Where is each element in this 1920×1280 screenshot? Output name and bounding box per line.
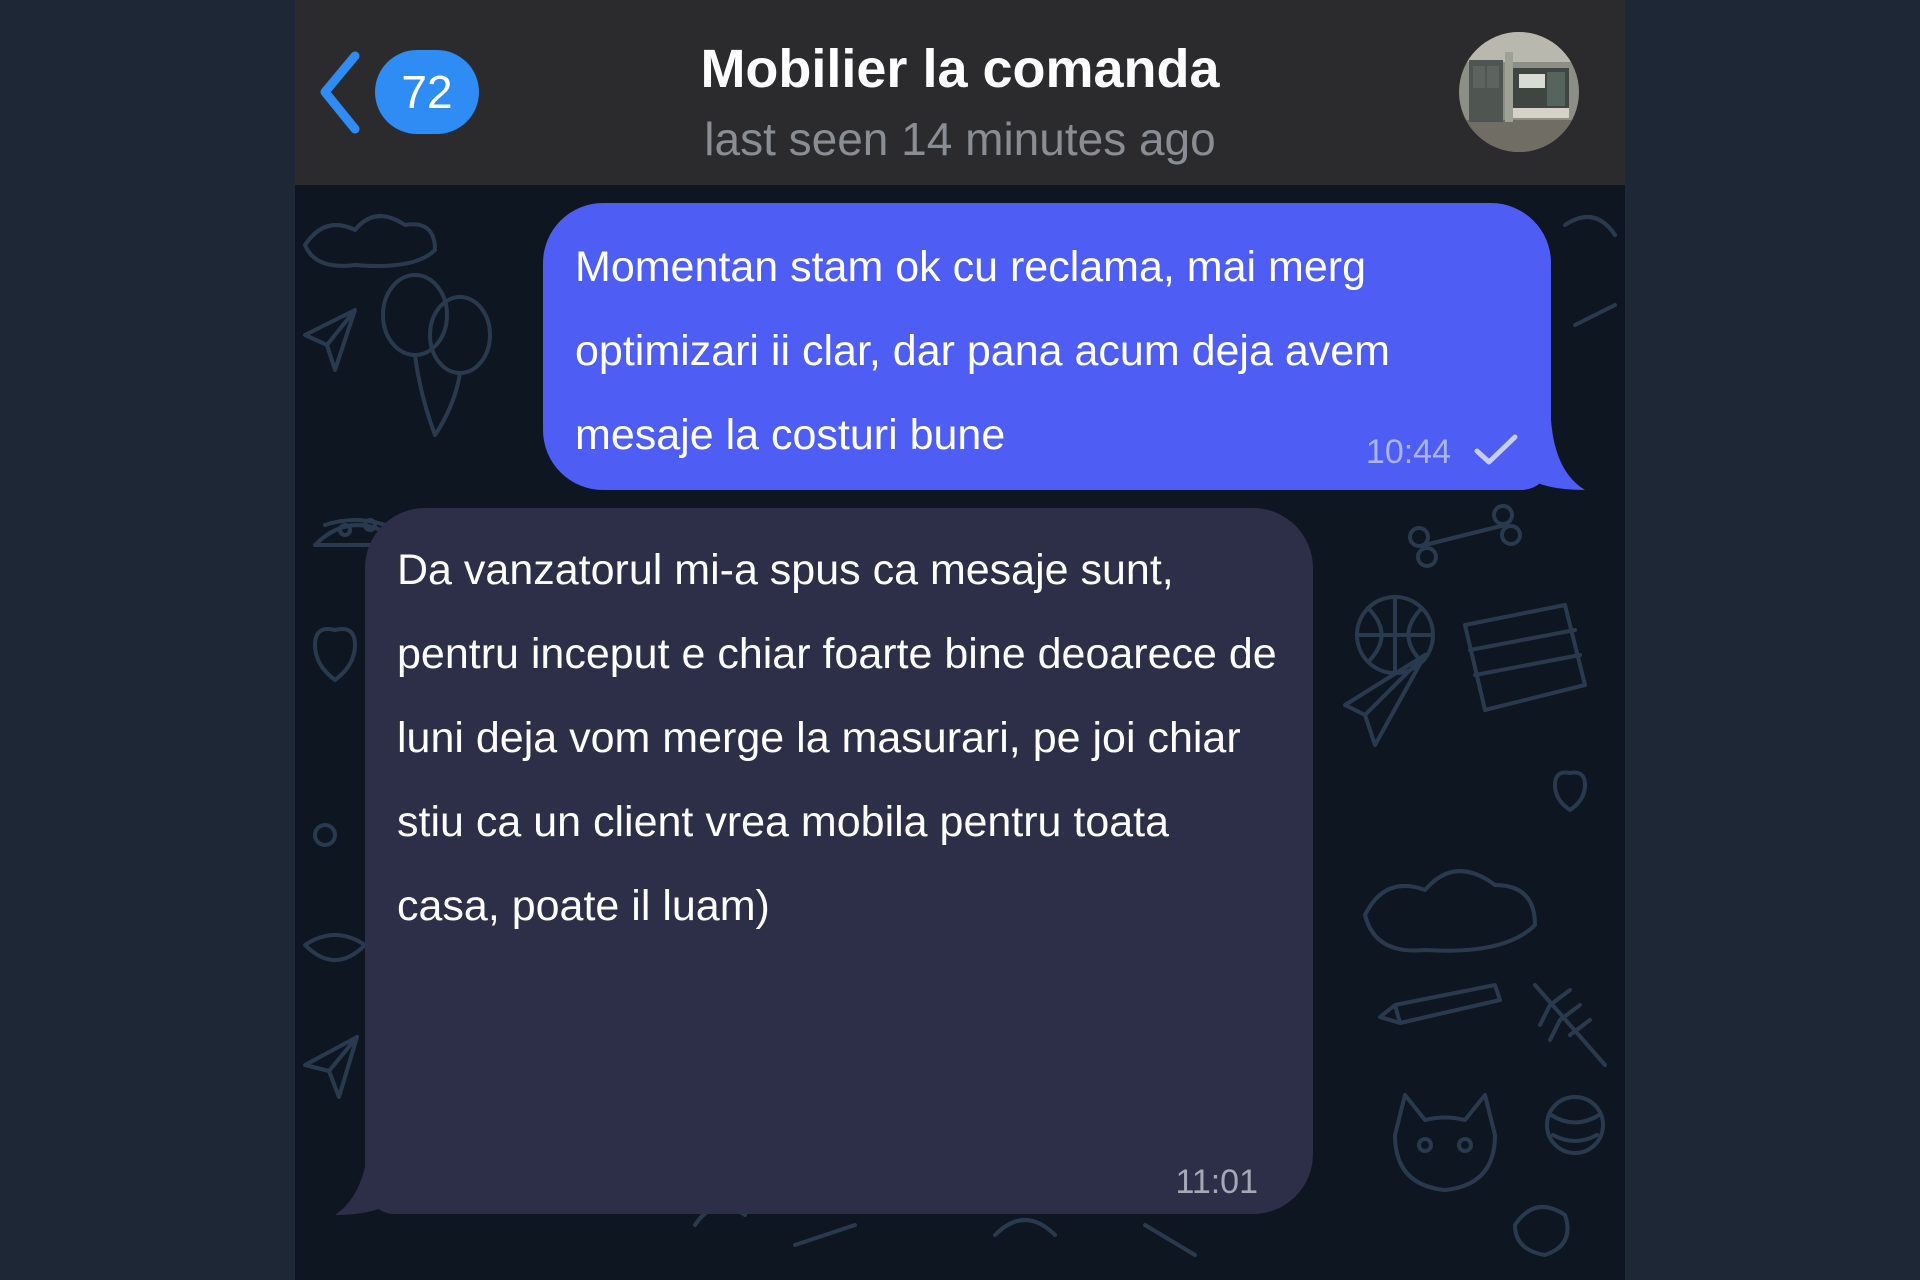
chat-window: 72 Mobilier la comanda last seen 14 minu…: [295, 0, 1625, 1280]
chevron-left-icon[interactable]: [315, 50, 365, 135]
last-seen-status: last seen 14 minutes ago: [704, 113, 1216, 165]
contact-avatar[interactable]: [1459, 32, 1579, 152]
message-bubble-incoming[interactable]: Da vanzatorul mi-a spus ca mesaje sunt, …: [365, 508, 1313, 1214]
chat-header: 72 Mobilier la comanda last seen 14 minu…: [295, 0, 1625, 185]
single-check-icon: [1473, 432, 1519, 468]
message-time: 10:44: [1365, 433, 1451, 471]
chat-title[interactable]: Mobilier la comanda: [595, 38, 1325, 100]
unread-count-badge[interactable]: 72: [375, 50, 479, 134]
message-bubble-outgoing[interactable]: Momentan stam ok cu reclama, mai merg op…: [543, 203, 1551, 490]
message-time: 11:01: [1175, 1163, 1258, 1201]
message-text: Da vanzatorul mi-a spus ca mesaje sunt, …: [397, 546, 1277, 930]
